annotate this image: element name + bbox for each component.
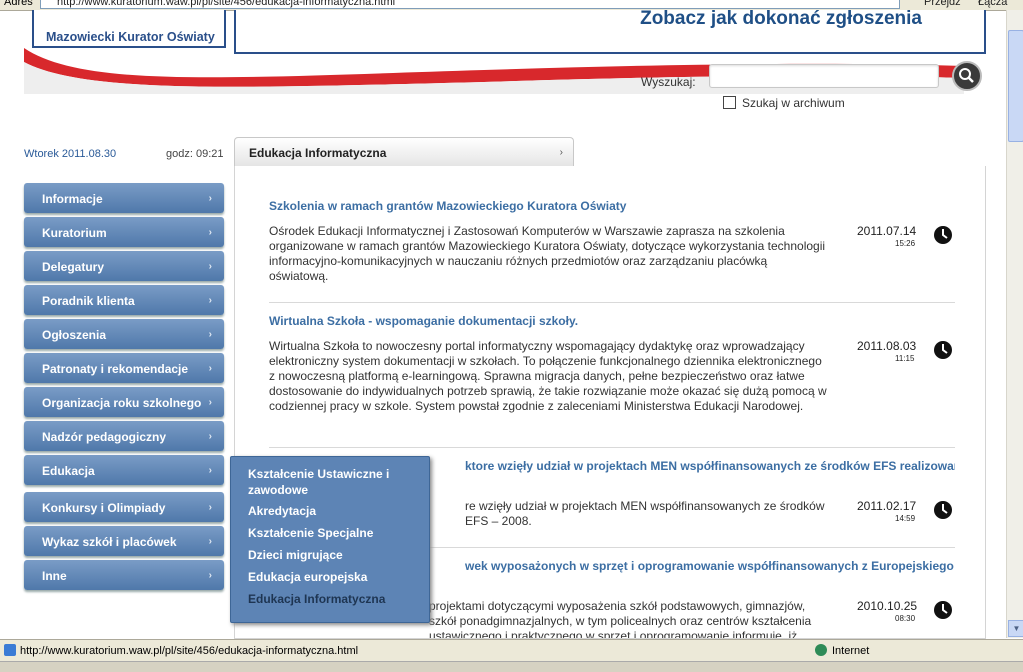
article-title[interactable]: ktore wzięły udział w projektach MEN wsp… xyxy=(465,459,955,473)
sidebar-item-label: Ogłoszenia xyxy=(42,328,107,342)
taskbar xyxy=(0,661,1023,672)
sidebar-item-konkursy[interactable]: Konkursy i Olimpiady › xyxy=(24,492,224,522)
sidebar-item-label: Organizacja roku szkolnego xyxy=(42,396,202,410)
globe-icon xyxy=(815,644,827,656)
sidebar-item-label: Informacje xyxy=(42,192,103,206)
search-icon xyxy=(959,68,974,83)
search-input[interactable] xyxy=(709,64,939,88)
chevron-right-icon: › xyxy=(208,536,212,547)
vertical-scrollbar[interactable]: ▼ xyxy=(1006,10,1023,638)
sidebar-item-ogloszenia[interactable]: Ogłoszenia › xyxy=(24,319,224,349)
sidebar-item-label: Edukacja xyxy=(42,464,95,478)
status-url: http://www.kuratorium.waw.pl/pl/site/456… xyxy=(20,645,359,657)
archive-label: Szukaj w archiwum xyxy=(742,96,845,110)
chevron-right-icon: › xyxy=(208,431,212,442)
chevron-right-icon: › xyxy=(208,295,212,306)
chevron-right-icon: › xyxy=(559,147,563,158)
sidebar-item-organizacja-roku[interactable]: Organizacja roku szkolnego › xyxy=(24,387,224,417)
chevron-right-icon: › xyxy=(208,397,212,408)
article-date: 2011.07.14 xyxy=(857,224,917,238)
sidebar-item-poradnik-klienta[interactable]: Poradnik klienta › xyxy=(24,285,224,315)
sidebar-item-label: Patronaty i rekomendacje xyxy=(42,362,189,376)
clock-icon xyxy=(934,341,952,359)
article-body: Ośrodek Edukacji Informatycznej i Zastos… xyxy=(269,224,826,283)
sidebar-item-label: Poradnik klienta xyxy=(42,294,135,308)
article-title[interactable]: wek wyposażonych w sprzęt i oprogramowan… xyxy=(465,559,955,573)
submenu-item-ksztalcenie-specjalne[interactable]: Kształcenie Specjalne xyxy=(248,525,418,541)
go-button[interactable]: Przejdź xyxy=(924,0,961,8)
article-body: re wzięły udział w projektach MEN współf… xyxy=(465,499,825,528)
sidebar-item-label: Delegatury xyxy=(42,260,105,274)
sidebar-item-label: Kuratorium xyxy=(42,226,107,240)
chevron-right-icon: › xyxy=(208,363,212,374)
security-zone: Internet xyxy=(832,645,870,657)
search-label: Wyszukaj: xyxy=(641,75,696,89)
chevron-right-icon: › xyxy=(208,227,212,238)
sidebar-item-nadzor[interactable]: Nadzór pedagogiczny › xyxy=(24,421,224,451)
divider xyxy=(269,447,955,448)
article-title[interactable]: Wirtualna Szkoła - wspomaganie dokumenta… xyxy=(269,314,955,328)
submenu-item-dzieci-migrujace[interactable]: Dzieci migrujące xyxy=(248,547,418,563)
sidebar-item-label: Wykaz szkół i placówek xyxy=(42,535,177,549)
sidebar-item-label: Konkursy i Olimpiady xyxy=(42,501,166,515)
article-body: projektami dotyczącymi wyposażenia szkół… xyxy=(429,599,812,639)
edukacja-submenu: Kształcenie Ustawiczne i zawodowe Akredy… xyxy=(230,456,430,623)
submenu-item-ksztalcenie-ustawiczne[interactable]: Kształcenie Ustawiczne i zawodowe xyxy=(248,466,418,498)
sidebar-item-delegatury[interactable]: Delegatury › xyxy=(24,251,224,281)
chevron-right-icon: › xyxy=(208,465,212,476)
clock-icon xyxy=(934,226,952,244)
chevron-right-icon: › xyxy=(208,502,212,513)
chevron-right-icon: › xyxy=(208,193,212,204)
scroll-down-icon[interactable]: ▼ xyxy=(1008,620,1023,637)
archive-checkbox[interactable] xyxy=(723,96,736,109)
article-time: 08:30 xyxy=(895,614,916,623)
page-icon xyxy=(4,644,16,656)
clock-icon xyxy=(934,601,952,619)
links-button[interactable]: Łącza xyxy=(978,0,1007,8)
submenu-item-akredytacja[interactable]: Akredytacja xyxy=(248,503,418,519)
article-time: 14:59 xyxy=(895,514,916,523)
status-bar: http://www.kuratorium.waw.pl/pl/site/456… xyxy=(0,639,1023,662)
chevron-right-icon: › xyxy=(208,329,212,340)
article-body: Wirtualna Szkoła to nowoczesny portal in… xyxy=(269,339,827,413)
divider xyxy=(269,302,955,303)
sidebar-item-label: Inne xyxy=(42,569,67,583)
article-time: 15:26 xyxy=(895,239,916,248)
logo-text: Mazowiecki Kurator Oświaty xyxy=(46,30,215,44)
address-label: Adres xyxy=(4,0,33,8)
chevron-right-icon: › xyxy=(208,261,212,272)
article-title[interactable]: Szkolenia w ramach grantów Mazowieckiego… xyxy=(269,199,955,213)
sidebar-item-patronaty[interactable]: Patronaty i rekomendacje › xyxy=(24,353,224,383)
sidebar-item-edukacja[interactable]: Edukacja › xyxy=(24,455,224,485)
submenu-item-edukacja-europejska[interactable]: Edukacja europejska xyxy=(248,569,418,585)
sidebar-item-label: Nadzór pedagogiczny xyxy=(42,430,167,444)
article-time: 11:15 xyxy=(895,354,915,363)
article-date: 2010.10.25 xyxy=(857,599,918,613)
scrollbar-thumb[interactable] xyxy=(1008,30,1023,142)
search-button[interactable] xyxy=(952,61,982,91)
article-date: 2011.02.17 xyxy=(857,499,917,513)
section-tab[interactable]: Edukacja Informatyczna › xyxy=(234,137,574,167)
submenu-item-edukacja-informatyczna[interactable]: Edukacja Informatyczna xyxy=(248,591,418,607)
sidebar-item-kuratorium[interactable]: Kuratorium › xyxy=(24,217,224,247)
current-time: godz: 09:21 xyxy=(166,148,224,160)
sidebar-item-wykaz-szkol[interactable]: Wykaz szkół i placówek › xyxy=(24,526,224,556)
sidebar-item-informacje[interactable]: Informacje › xyxy=(24,183,224,213)
banner-text: Zobacz jak dokonać zgłoszenia xyxy=(640,8,922,29)
article-date: 2011.08.03 xyxy=(857,339,917,353)
chevron-right-icon: › xyxy=(208,570,212,581)
sidebar-item-inne[interactable]: Inne › xyxy=(24,560,224,590)
current-date: Wtorek 2011.08.30 xyxy=(24,148,117,160)
clock-icon xyxy=(934,501,952,519)
logo[interactable]: Mazowiecki Kurator Oświaty xyxy=(32,10,226,48)
section-title: Edukacja Informatyczna xyxy=(249,146,387,160)
